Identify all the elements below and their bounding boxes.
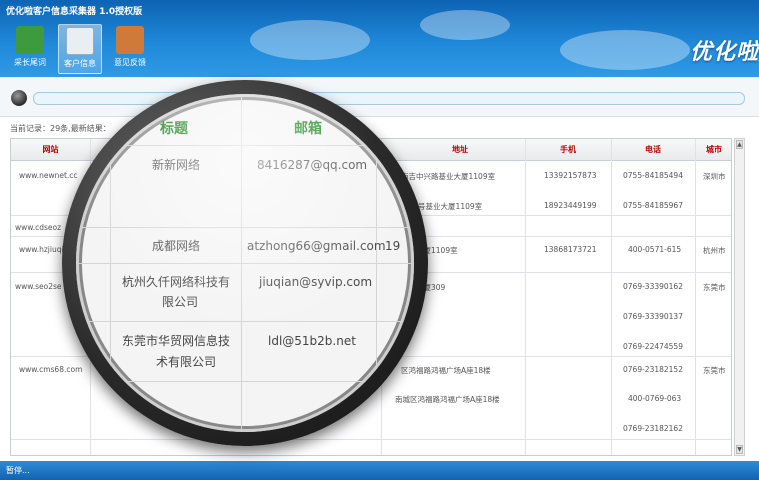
magnifier-cell-email: atzhong66@gmail.com [247,239,386,253]
toolbar-label: 意见反馈 [114,58,146,67]
column-header-site[interactable]: 网站 [11,139,90,161]
magnifier-cell-title: 东莞市华贸网信息技 [122,334,231,348]
cell-site[interactable]: www.cms68.com [19,365,82,374]
cloud-decoration [250,20,370,60]
cell-phone: 0769-22474559 [623,342,683,351]
cell-phone: 0769-23182162 [623,424,683,433]
customer-info-icon [66,27,94,55]
go-button[interactable] [11,90,27,106]
magnifier-cell-tail: 19 [385,239,401,253]
cell-city: 东莞市 [703,283,726,292]
cloud-decoration [420,10,510,40]
magnifier-lens: 标题 邮箱 新新网络 8416287@qq.com 成都网络 atzhong66… [76,94,414,432]
cell-address: 南城区鸿福路鸿福广场A座18楼 [395,395,500,404]
toolbar-label: 采长尾词 [14,58,46,67]
column-header-city[interactable]: 城市 [695,139,731,161]
cloud-decoration [560,30,690,70]
brand-logo: 优化啦 [689,40,759,65]
cell-mobile: 18923449199 [544,201,597,210]
column-header-mobile[interactable]: 手机 [525,139,611,161]
keyword-collect-icon [16,26,44,54]
toolbar-button-keywords[interactable]: 采长尾词 [8,24,52,74]
magnifier-cell-title: 杭州久仟网络科技有 [122,275,231,289]
cell-city: 杭州市 [703,246,726,255]
cell-phone: 0769-33390137 [623,312,683,321]
magnifier-cell-email: jiuqian@syvip.com [259,275,373,289]
cell-mobile: 13392157873 [544,171,597,180]
magnifier-cell-title: 成都网络 [152,239,201,253]
magnifier-cell-email: 8416287@qq.com [257,158,368,172]
magnifier-cell-title: 术有限公司 [156,355,217,369]
vertical-scrollbar[interactable]: ▲ ▼ [734,138,745,456]
feedback-icon [116,26,144,54]
cell-phone: 0755-84185967 [623,201,683,210]
cell-city: 东莞市 [703,366,726,375]
cell-phone: 0769-23182152 [623,365,683,374]
column-header-phone[interactable]: 电话 [611,139,695,161]
cell-phone: 400-0571-615 [628,245,682,254]
url-bar [0,77,759,117]
cell-site[interactable]: www.newnet.cc [19,171,78,180]
magnifier-header-email: 邮箱 [294,121,322,137]
scroll-down-icon[interactable]: ▼ [736,445,743,454]
cell-mobile: 13868173721 [544,245,597,254]
toolbar-label: 客户信息 [64,59,96,68]
magnifier-cell-email: ldl@51b2b.net [268,334,356,348]
magnifier-cell-title: 新新网络 [152,158,201,172]
app-title: 优化啦客户信息采集器 1.0授权版 [6,7,143,17]
cell-address: 区鸿福路鸿福广场A座18楼 [401,366,491,375]
cell-phone: 0769-33390162 [623,282,683,291]
column-header-address[interactable]: 地址 [381,139,539,161]
magnifier-cell-title: 限公司 [162,295,199,309]
status-bar: 暂停... [0,461,759,480]
cell-site[interactable]: www.hzjiuqi [19,245,64,254]
cell-site[interactable]: www.cdseoz [15,223,61,232]
toolbar-button-feedback[interactable]: 意见反馈 [108,24,152,74]
url-input[interactable] [33,92,745,105]
title-bar: 优化啦客户信息采集器 1.0授权版 采长尾词 客户信息 意见反馈 优化啦 [0,0,759,77]
scroll-up-icon[interactable]: ▲ [736,140,743,149]
cell-phone: 0755-84185494 [623,171,683,180]
cell-address: 南吉中兴路基业大厦1109室 [401,172,496,181]
cell-site[interactable]: www.seo2se [15,282,62,291]
cell-phone: 400-0769-063 [628,394,682,403]
magnifier-frame: 标题 邮箱 新新网络 8416287@qq.com 成都网络 atzhong66… [62,80,428,446]
toolbar-button-customer-info[interactable]: 客户信息 [58,24,102,74]
magnifier-header-title: 标题 [160,121,188,137]
record-info: 当前记录：29条,最新结果： [10,124,111,133]
cell-city: 深圳市 [703,172,726,181]
